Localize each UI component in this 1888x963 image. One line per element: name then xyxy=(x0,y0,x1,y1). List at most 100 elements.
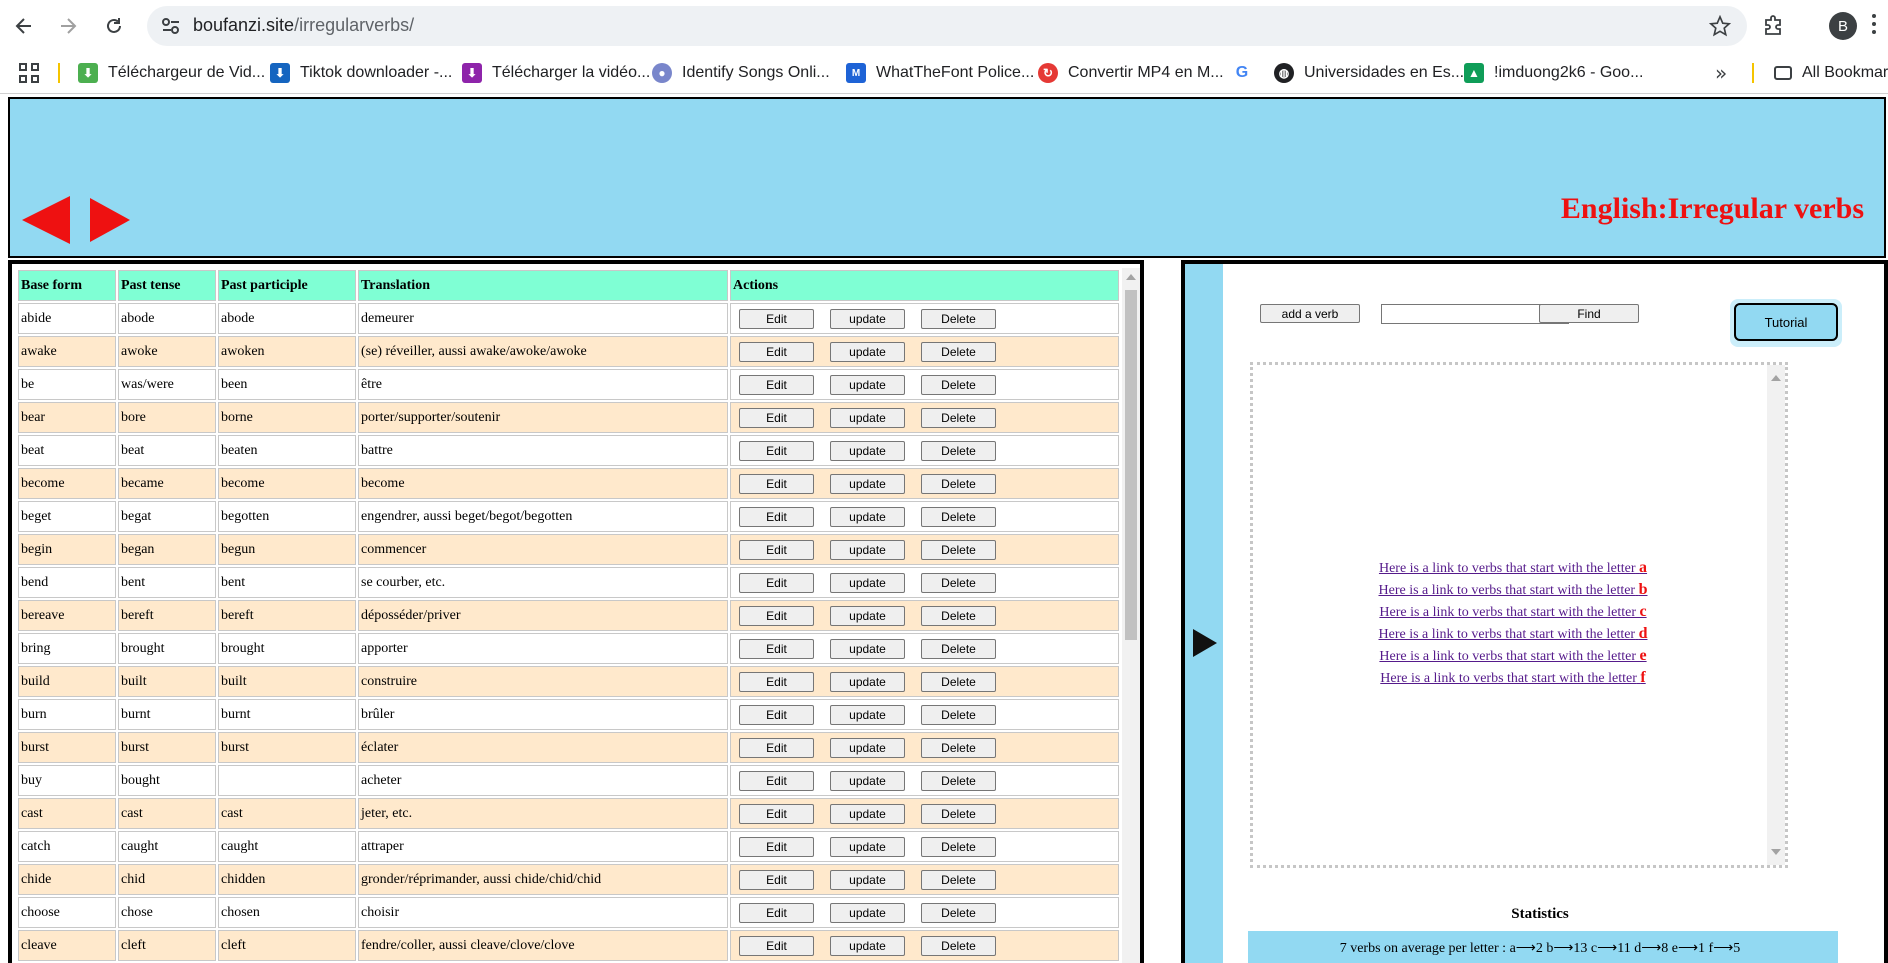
scroll-down-icon[interactable] xyxy=(1771,849,1781,855)
scrollbar-thumb[interactable] xyxy=(1125,290,1137,640)
update-button[interactable]: update xyxy=(830,803,905,824)
next-arrow-icon[interactable] xyxy=(88,196,132,244)
scroll-up-icon[interactable] xyxy=(1771,375,1781,381)
delete-button[interactable]: Delete xyxy=(921,341,996,362)
edit-button[interactable]: Edit xyxy=(739,605,814,626)
bookmark-item[interactable]: G xyxy=(1232,61,1262,85)
update-button[interactable]: update xyxy=(830,935,905,956)
edit-button[interactable]: Edit xyxy=(739,935,814,956)
update-button[interactable]: update xyxy=(830,638,905,659)
reload-button[interactable] xyxy=(98,10,130,42)
edit-button[interactable]: Edit xyxy=(739,308,814,329)
update-button[interactable]: update xyxy=(830,407,905,428)
delete-button[interactable]: Delete xyxy=(921,935,996,956)
play-arrow-icon[interactable] xyxy=(1191,627,1219,659)
delete-button[interactable]: Delete xyxy=(921,473,996,494)
edit-button[interactable]: Edit xyxy=(739,638,814,659)
delete-button[interactable]: Delete xyxy=(921,803,996,824)
all-bookmarks-folder[interactable]: All Bookmarks xyxy=(1774,61,1888,85)
update-button[interactable]: update xyxy=(830,869,905,890)
delete-button[interactable]: Delete xyxy=(921,506,996,527)
scroll-up-icon[interactable] xyxy=(1126,274,1136,280)
add-verb-button[interactable]: add a verb xyxy=(1260,304,1360,323)
bookmark-item[interactable]: ↻ Convertir MP4 en M... xyxy=(1038,61,1224,85)
apps-grid-icon[interactable] xyxy=(19,63,39,83)
address-bar[interactable]: boufanzi.site/irregularverbs/ xyxy=(147,6,1747,46)
delete-button[interactable]: Delete xyxy=(921,704,996,725)
bookmark-item[interactable]: ◍ Universidades en Es... xyxy=(1274,61,1464,85)
delete-button[interactable]: Delete xyxy=(921,308,996,329)
edit-button[interactable]: Edit xyxy=(739,539,814,560)
verbs-table-scroll-area[interactable]: Base form Past tense Past participle Tra… xyxy=(16,268,1122,963)
more-bookmarks-chevron-icon[interactable]: » xyxy=(1715,61,1727,85)
bookmark-item[interactable]: ⬇ Téléchargeur de Vid... xyxy=(78,61,265,85)
bookmark-item[interactable]: ▲ !imduong2k6 - Goo... xyxy=(1464,61,1643,85)
letter-link[interactable]: Here is a link to verbs that start with … xyxy=(1253,645,1773,667)
url-text[interactable]: boufanzi.site/irregularverbs/ xyxy=(193,15,414,36)
edit-button[interactable]: Edit xyxy=(739,737,814,758)
site-info-icon[interactable] xyxy=(161,17,181,35)
update-button[interactable]: update xyxy=(830,506,905,527)
edit-button[interactable]: Edit xyxy=(739,341,814,362)
edit-button[interactable]: Edit xyxy=(739,869,814,890)
update-button[interactable]: update xyxy=(830,572,905,593)
update-button[interactable]: update xyxy=(830,374,905,395)
delete-button[interactable]: Delete xyxy=(921,605,996,626)
update-button[interactable]: update xyxy=(830,704,905,725)
delete-button[interactable]: Delete xyxy=(921,440,996,461)
update-button[interactable]: update xyxy=(830,539,905,560)
update-button[interactable]: update xyxy=(830,308,905,329)
profile-avatar[interactable]: B xyxy=(1829,12,1857,40)
previous-arrow-icon[interactable] xyxy=(22,194,74,246)
update-button[interactable]: update xyxy=(830,605,905,626)
extensions-puzzle-icon[interactable] xyxy=(1762,13,1786,37)
update-button[interactable]: update xyxy=(830,671,905,692)
update-button[interactable]: update xyxy=(830,770,905,791)
update-button[interactable]: update xyxy=(830,341,905,362)
delete-button[interactable]: Delete xyxy=(921,407,996,428)
delete-button[interactable]: Delete xyxy=(921,869,996,890)
delete-button[interactable]: Delete xyxy=(921,902,996,923)
edit-button[interactable]: Edit xyxy=(739,671,814,692)
delete-button[interactable]: Delete xyxy=(921,737,996,758)
table-scrollbar[interactable] xyxy=(1122,268,1140,963)
letter-link[interactable]: Here is a link to verbs that start with … xyxy=(1253,557,1773,579)
bookmark-item[interactable]: ● Identify Songs Onli... xyxy=(652,61,830,85)
delete-button[interactable]: Delete xyxy=(921,374,996,395)
letter-links-box[interactable]: Here is a link to verbs that start with … xyxy=(1250,362,1788,868)
edit-button[interactable]: Edit xyxy=(739,473,814,494)
update-button[interactable]: update xyxy=(830,440,905,461)
update-button[interactable]: update xyxy=(830,902,905,923)
delete-button[interactable]: Delete xyxy=(921,572,996,593)
links-scrollbar[interactable] xyxy=(1767,365,1785,865)
edit-button[interactable]: Edit xyxy=(739,836,814,857)
delete-button[interactable]: Delete xyxy=(921,539,996,560)
forward-button[interactable] xyxy=(52,10,84,42)
edit-button[interactable]: Edit xyxy=(739,803,814,824)
bookmark-item[interactable]: M WhatTheFont Police... xyxy=(846,61,1034,85)
edit-button[interactable]: Edit xyxy=(739,770,814,791)
letter-link[interactable]: Here is a link to verbs that start with … xyxy=(1253,667,1773,689)
edit-button[interactable]: Edit xyxy=(739,407,814,428)
edit-button[interactable]: Edit xyxy=(739,374,814,395)
edit-button[interactable]: Edit xyxy=(739,440,814,461)
update-button[interactable]: update xyxy=(830,473,905,494)
edit-button[interactable]: Edit xyxy=(739,506,814,527)
bookmark-item[interactable]: ⬇ Télécharger la vidéo... xyxy=(462,61,650,85)
delete-button[interactable]: Delete xyxy=(921,638,996,659)
edit-button[interactable]: Edit xyxy=(739,704,814,725)
find-button[interactable]: Find xyxy=(1539,304,1639,323)
edit-button[interactable]: Edit xyxy=(739,902,814,923)
back-button[interactable] xyxy=(8,10,40,42)
bookmark-item[interactable]: ⬇ Tiktok downloader -... xyxy=(270,61,452,85)
update-button[interactable]: update xyxy=(830,836,905,857)
letter-link[interactable]: Here is a link to verbs that start with … xyxy=(1253,579,1773,601)
browser-menu-icon[interactable] xyxy=(1872,14,1876,36)
delete-button[interactable]: Delete xyxy=(921,836,996,857)
delete-button[interactable]: Delete xyxy=(921,671,996,692)
delete-button[interactable]: Delete xyxy=(921,770,996,791)
bookmark-star-icon[interactable] xyxy=(1709,15,1731,37)
update-button[interactable]: update xyxy=(830,737,905,758)
letter-link[interactable]: Here is a link to verbs that start with … xyxy=(1253,623,1773,645)
edit-button[interactable]: Edit xyxy=(739,572,814,593)
